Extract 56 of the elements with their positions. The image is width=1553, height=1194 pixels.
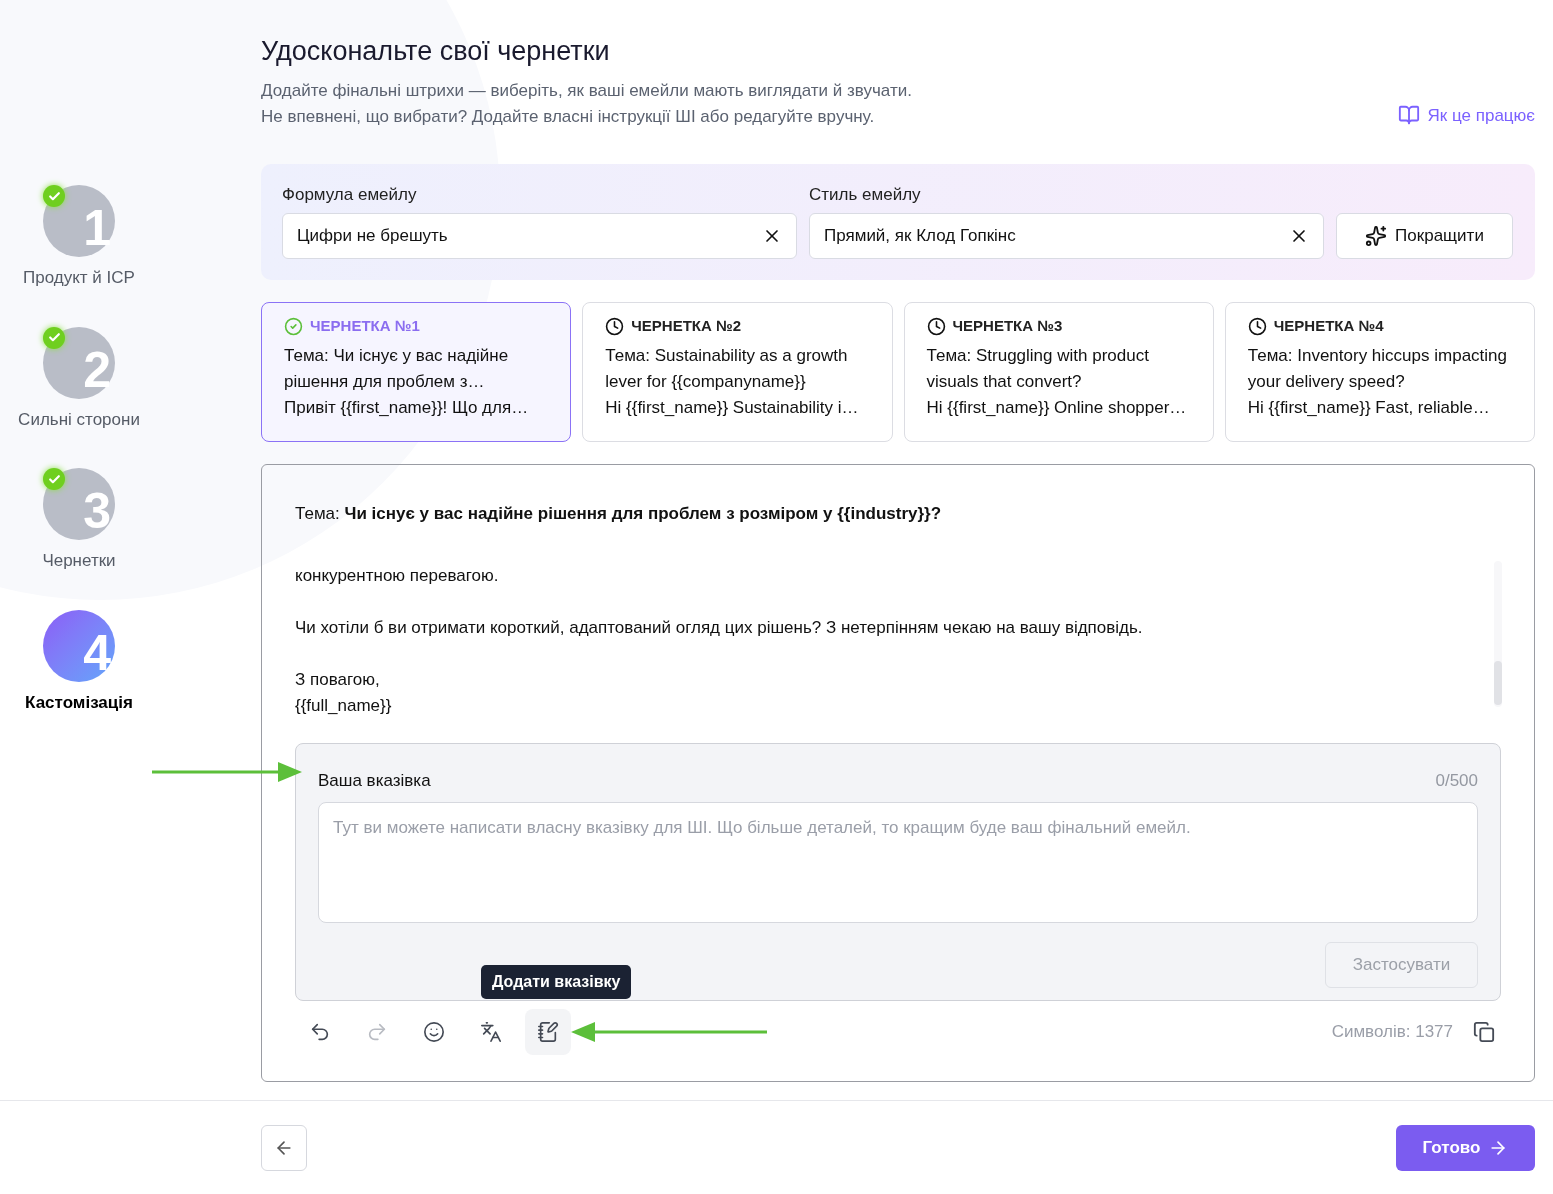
instruction-label: Ваша вказівка xyxy=(318,769,431,792)
draft-title: ЧЕРНЕТКА №2 xyxy=(631,316,742,336)
step-label[interactable]: Кастомізація xyxy=(25,689,133,715)
note-edit-icon xyxy=(537,1020,559,1043)
draft-title: ЧЕРНЕТКА №4 xyxy=(1273,316,1384,336)
subtitle-text: Не впевнені, що вибрати? Додайте власні інструкції ШІ або редагуйте вручну. xyxy=(261,106,876,128)
draft-title: ЧЕРНЕТКА №3 xyxy=(952,316,1063,336)
step-number: 4 xyxy=(83,627,111,678)
draft-preview: Hi {{first_name}} Fast, reliable… xyxy=(1247,396,1491,419)
draft-card[interactable]: ЧЕРНЕТКА №2 Тема: Sustainability as a growth lever for {{companyname}} Hi {{first_name}} Sustainability i… xyxy=(582,302,893,442)
step-number: 2 xyxy=(83,344,111,395)
done-button[interactable]: Готово xyxy=(1396,1124,1535,1171)
step-number: 1 xyxy=(83,203,111,253)
instruction-field[interactable]: Тут ви можете написати власну вказівку для ШІ. Що більше деталей, то кращим буде ваш фінальний емейл. xyxy=(318,802,1478,923)
clock-icon xyxy=(605,316,625,336)
field-label: Стиль емейлу xyxy=(809,184,922,206)
email-text: З повагою, xyxy=(295,668,381,691)
char-counter: 0/500 xyxy=(1435,769,1478,792)
draft-preview: Hi {{first_name}} Online shopper… xyxy=(926,396,1188,419)
field-label: Формула емейлу xyxy=(282,184,418,206)
step-label[interactable]: Продукт й ICP xyxy=(23,265,135,291)
smiley-icon xyxy=(423,1020,445,1043)
email-text: конкурентною перевагою. xyxy=(295,564,500,587)
email-text: {{full_name}} xyxy=(295,694,393,717)
toolbar-button[interactable] xyxy=(525,1008,571,1055)
email-text: Чи хотіли б ви отримати короткий, адаптований огляд цих рішень? З нетерпінням чекаю на вашу відповідь. xyxy=(295,616,1144,639)
step-label[interactable]: Сильні сторони xyxy=(18,406,140,432)
translate-icon xyxy=(480,1020,502,1043)
tooltip: Додати вказівку xyxy=(481,965,632,999)
draft-card[interactable]: ЧЕРНЕТКА №3 Тема: Struggling with product visuals that convert? Hi {{first_name}} Online shopper… xyxy=(903,302,1214,442)
draft-preview: Hi {{first_name}} Sustainability i… xyxy=(605,396,860,419)
copy-icon xyxy=(1473,1020,1495,1043)
clock-icon xyxy=(1247,316,1267,336)
draft-preview: Привіт {{first_name}}! Що для… xyxy=(284,396,530,419)
email-subject: Тема: Чи існує у вас надійне рішення для проблем з розміром у {{industry}}? xyxy=(295,503,943,525)
select-field[interactable]: Прямий, як Клод Гопкінс xyxy=(809,213,1324,259)
help-link[interactable]: Як це працює xyxy=(1397,102,1535,128)
sparkle-icon xyxy=(1365,225,1388,247)
step-label[interactable]: Чернетки xyxy=(42,548,116,574)
page-title: Удоскональте свої чернетки xyxy=(261,35,611,68)
draft-card[interactable]: ЧЕРНЕТКА №4 Тема: Inventory hiccups impacting your delivery speed? Hi {{first_name}} Fast, reliable… xyxy=(1224,302,1535,442)
clock-icon xyxy=(926,316,946,336)
draft-subject: Тема: Inventory hiccups impacting your delivery speed? xyxy=(1247,344,1508,393)
draft-subject: Тема: Sustainability as a growth lever for {{companyname}} xyxy=(605,344,849,393)
draft-card[interactable]: ЧЕРНЕТКА №1 Тема: Чи існує у вас надійне рішення для проблем з… Привіт {{first_name}}! Що для… xyxy=(261,302,572,442)
book-icon xyxy=(1397,104,1420,127)
draft-title: ЧЕРНЕТКА №1 xyxy=(310,316,420,336)
subtitle-text: Додайте фінальні штрихи — виберіть, як ваші емейли мають виглядати й звучати. xyxy=(261,80,912,102)
select-field[interactable]: Цифри не брешуть xyxy=(282,213,797,259)
back-button[interactable] xyxy=(261,1124,307,1171)
draft-subject: Тема: Struggling with product visuals that convert? xyxy=(926,344,1150,393)
char-count: Символів: 1377 xyxy=(1331,1020,1453,1043)
draft-subject: Тема: Чи існує у вас надійне рішення для проблем з… xyxy=(284,344,510,393)
improve-button[interactable]: Покращити xyxy=(1336,213,1513,259)
step-number: 3 xyxy=(83,486,111,536)
check-circle-icon xyxy=(284,316,303,336)
